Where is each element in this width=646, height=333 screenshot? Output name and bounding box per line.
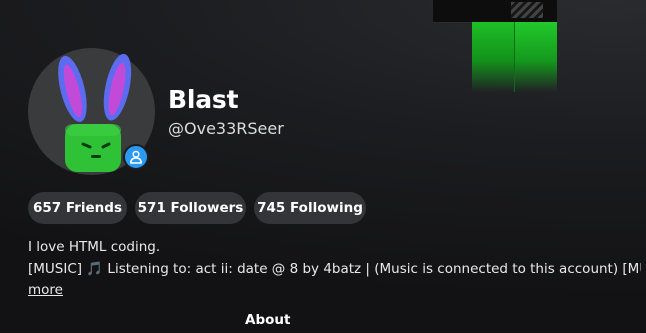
avatar-left-leg: [472, 22, 514, 92]
following-button[interactable]: 745 Following: [254, 192, 366, 224]
more-link[interactable]: more: [28, 281, 63, 299]
torso-pattern: [511, 2, 543, 18]
tab-about[interactable]: About: [245, 311, 290, 329]
friends-button[interactable]: 657 Friends: [28, 192, 127, 224]
bio-line-2: [MUSIC] 🎵 Listening to: act ii: date @ 8…: [28, 261, 641, 277]
person-icon: [130, 150, 142, 164]
avatar-torso: [433, 0, 557, 23]
person-status-badge: [123, 144, 149, 170]
followers-button[interactable]: 571 Followers: [135, 192, 246, 224]
avatar-right-leg: [514, 22, 557, 92]
background-avatar-figure: [430, 0, 560, 92]
display-name: Blast: [168, 85, 239, 114]
username: @Ove33RSeer: [168, 119, 284, 138]
bio-line-1: I love HTML coding.: [28, 239, 161, 255]
